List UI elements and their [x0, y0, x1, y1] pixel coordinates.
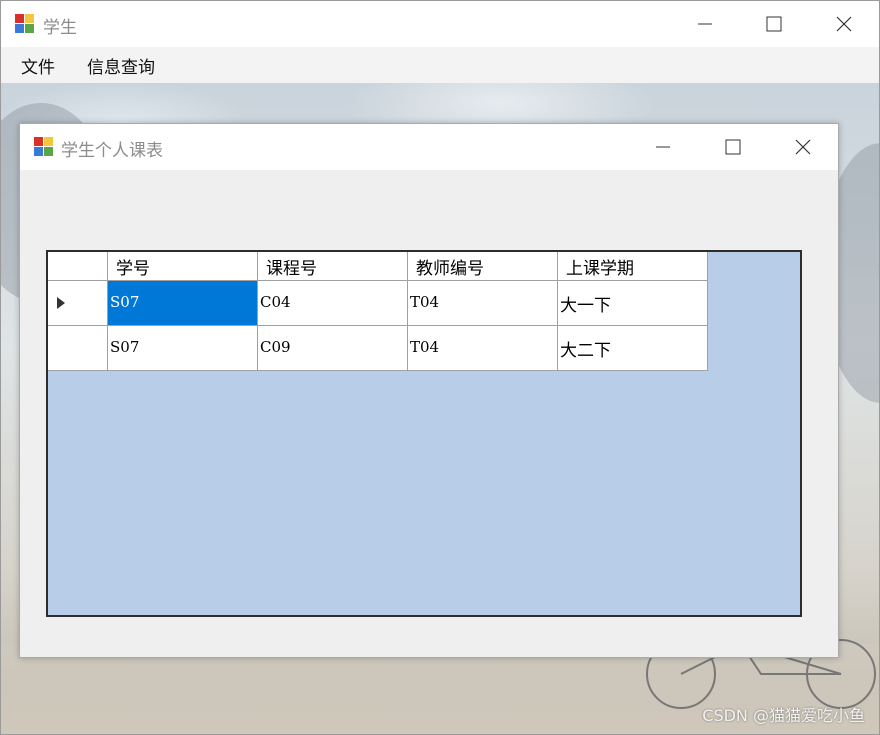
row-header[interactable]	[48, 326, 108, 371]
menu-file[interactable]: 文件	[17, 53, 59, 78]
child-close-button[interactable]	[780, 131, 826, 163]
close-icon	[795, 139, 811, 155]
grid-corner-header[interactable]	[48, 252, 108, 281]
grid-cell[interactable]: T04	[408, 326, 558, 371]
main-maximize-button[interactable]	[751, 8, 797, 40]
menu-bar: 文件 信息查询	[1, 47, 879, 83]
child-maximize-button[interactable]	[710, 131, 756, 163]
grid-cell[interactable]: C04	[258, 281, 408, 326]
child-minimize-button[interactable]	[640, 131, 686, 163]
column-header-student-id[interactable]: 学号	[108, 252, 258, 281]
main-window-title: 学生	[43, 18, 77, 38]
grid-cell[interactable]: C09	[258, 326, 408, 371]
grid-cell[interactable]: T04	[408, 281, 558, 326]
minimize-icon	[698, 23, 712, 25]
grid-cell[interactable]: 大一下	[558, 281, 708, 326]
grid-cell[interactable]: S07	[108, 326, 258, 371]
maximize-icon	[766, 16, 782, 32]
main-minimize-button[interactable]	[682, 8, 728, 40]
minimize-icon	[656, 146, 670, 148]
grid-cell[interactable]: 大二下	[558, 326, 708, 371]
column-header-course-id[interactable]: 课程号	[258, 252, 408, 281]
close-icon	[836, 16, 852, 32]
course-schedule-window: 学生个人课表 学号 课程号 教师编号 上课学期 S07 C04 T04 大一下 …	[19, 123, 839, 658]
grid-cell[interactable]: S07	[108, 281, 258, 326]
main-close-button[interactable]	[821, 8, 867, 40]
main-title-bar[interactable]: 学生	[1, 1, 879, 47]
main-window: 学生 文件 信息查询 学生个人课表 学号 课程号 教师编号 上课学期 S07 C…	[0, 0, 880, 735]
column-header-teacher-id[interactable]: 教师编号	[408, 252, 558, 281]
maximize-icon	[725, 139, 741, 155]
child-window-title: 学生个人课表	[61, 141, 163, 161]
column-header-semester[interactable]: 上课学期	[558, 252, 708, 281]
app-icon	[34, 137, 54, 157]
row-header[interactable]	[48, 281, 108, 326]
row-pointer-icon	[57, 297, 65, 309]
watermark-text: CSDN @猫猫爱吃小鱼	[702, 706, 865, 725]
app-icon	[15, 14, 35, 34]
course-data-grid[interactable]: 学号 课程号 教师编号 上课学期 S07 C04 T04 大一下 S07 C09…	[46, 250, 802, 617]
child-title-bar[interactable]: 学生个人课表	[20, 124, 838, 170]
menu-info-query[interactable]: 信息查询	[83, 53, 159, 78]
